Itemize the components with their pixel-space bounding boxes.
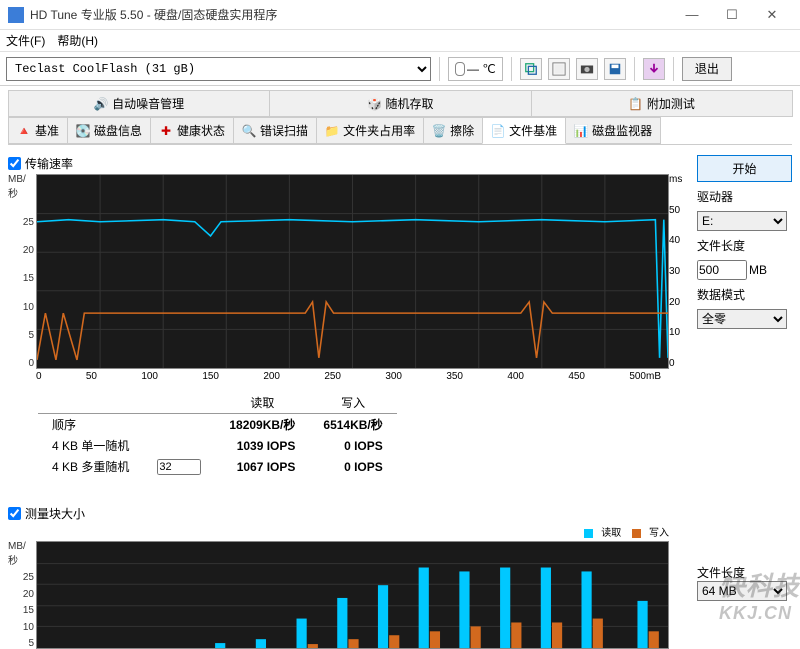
row-4k-multi: 4 KB 多重随机	[38, 456, 143, 477]
minimize-button[interactable]: —	[672, 1, 712, 29]
trash-icon: 🗑️	[432, 124, 446, 138]
legend-write: 写入	[649, 528, 669, 539]
legend-read-swatch	[584, 529, 593, 538]
tab-filebench[interactable]: 📄文件基准	[482, 117, 566, 144]
seq-write: 6514KB/秒	[309, 414, 396, 436]
filelen2-label: 文件长度	[697, 564, 792, 581]
filelen-label: 文件长度	[697, 237, 792, 254]
toolbar: Teclast CoolFlash (31 gB) — ℃ 退出	[0, 52, 800, 86]
close-button[interactable]: ✕	[752, 1, 792, 29]
dice-icon: 🎲	[367, 97, 381, 111]
tab-info[interactable]: 💽磁盘信息	[67, 117, 151, 144]
save-icon[interactable]	[604, 58, 626, 80]
disk-icon: 💽	[76, 124, 90, 138]
tab-folder[interactable]: 📁文件夹占用率	[316, 117, 424, 144]
app-icon	[8, 7, 24, 23]
seq-read: 18209KB/秒	[215, 414, 309, 436]
monitor-icon: 📊	[574, 124, 588, 138]
pattern-label: 数据模式	[697, 286, 792, 303]
file-length2-select[interactable]: 64 MB	[697, 581, 787, 601]
results-table: 读取写入 顺序 18209KB/秒6514KB/秒 4 KB 单一随机 1039 I…	[38, 392, 689, 477]
col-write: 写入	[309, 392, 396, 414]
y-axis-left: MB/秒 2520151050	[8, 174, 36, 369]
legend-read: 读取	[601, 528, 621, 539]
drive-letter-select[interactable]: E:	[697, 211, 787, 231]
folder-icon: 📁	[325, 124, 339, 138]
menu-file[interactable]: 文件(F)	[6, 32, 45, 49]
down-arrow-icon[interactable]	[643, 58, 665, 80]
separator	[511, 57, 512, 81]
checklist-icon: 📋	[629, 97, 643, 111]
tab-container: 🔊自动噪音管理 🎲随机存取 📋附加测试 🔺基准 💽磁盘信息 ✚健康状态 🔍错误扫…	[0, 86, 800, 145]
screenshot-icon[interactable]	[548, 58, 570, 80]
col-read: 读取	[215, 392, 309, 414]
window-title: HD Tune 专业版 5.50 - 硬盘/固态硬盘实用程序	[30, 6, 672, 23]
legend-write-swatch	[632, 529, 641, 538]
multi-read: 1067 IOPS	[215, 456, 309, 477]
menubar: 文件(F) 帮助(H)	[0, 30, 800, 52]
filelen-unit: MB	[749, 263, 767, 277]
side-panel: 开始 驱动器 E: 文件长度 MB 数据模式 全零	[697, 155, 792, 505]
blocksize-label: 测量块大小	[25, 505, 85, 522]
file-length-input[interactable]	[697, 260, 747, 280]
temperature-value: — ℃	[467, 62, 496, 76]
tab-errorscan[interactable]: 🔍错误扫描	[233, 117, 317, 144]
x-axis: 050100150200250300350400450500mB	[8, 369, 689, 382]
camera-icon[interactable]	[576, 58, 598, 80]
row-4k-single: 4 KB 单一随机	[38, 435, 143, 456]
data-pattern-select[interactable]: 全零	[697, 309, 787, 329]
tab-random[interactable]: 🎲随机存取	[269, 90, 531, 117]
maximize-button[interactable]: ☐	[712, 1, 752, 29]
tab-aam[interactable]: 🔊自动噪音管理	[8, 90, 270, 117]
single-write: 0 IOPS	[309, 435, 396, 456]
blocksize-checkbox[interactable]	[8, 507, 21, 520]
transfer-rate-chart	[36, 174, 669, 369]
separator	[634, 57, 635, 81]
transfer-rate-label: 传输速率	[25, 155, 73, 172]
tab-extra[interactable]: 📋附加测试	[531, 90, 793, 117]
exit-button[interactable]: 退出	[682, 57, 732, 81]
multi-write: 0 IOPS	[309, 456, 396, 477]
driver-label: 驱动器	[697, 188, 792, 205]
magnifier-icon: 🔍	[242, 124, 256, 138]
tab-monitor[interactable]: 📊磁盘监视器	[565, 117, 661, 144]
drive-select[interactable]: Teclast CoolFlash (31 gB)	[6, 57, 431, 81]
tab-health[interactable]: ✚健康状态	[150, 117, 234, 144]
plus-icon: ✚	[159, 124, 173, 138]
document-icon: 📄	[491, 124, 505, 138]
titlebar: HD Tune 专业版 5.50 - 硬盘/固态硬盘实用程序 — ☐ ✕	[0, 0, 800, 30]
tab-erase[interactable]: 🗑️擦除	[423, 117, 483, 144]
speaker-icon: 🔊	[94, 97, 108, 111]
single-read: 1039 IOPS	[215, 435, 309, 456]
y-axis-right: ms 50403020100	[669, 174, 689, 369]
queue-depth-input[interactable]	[157, 459, 201, 475]
menu-help[interactable]: 帮助(H)	[57, 32, 98, 49]
blocksize-chart	[36, 541, 669, 649]
thermometer-icon	[455, 62, 465, 76]
chart2-y-axis: MB/秒 252015105	[8, 541, 36, 649]
start-button[interactable]: 开始	[697, 155, 792, 182]
chart2-legend: 读取 写入	[8, 524, 689, 539]
row-seq: 顺序	[38, 414, 143, 436]
copy-icon[interactable]	[520, 58, 542, 80]
gauge-icon: 🔺	[17, 124, 31, 138]
tab-benchmark[interactable]: 🔺基准	[8, 117, 68, 144]
separator	[439, 57, 440, 81]
transfer-rate-checkbox[interactable]	[8, 157, 21, 170]
temperature-display: — ℃	[448, 57, 503, 81]
separator	[673, 57, 674, 81]
